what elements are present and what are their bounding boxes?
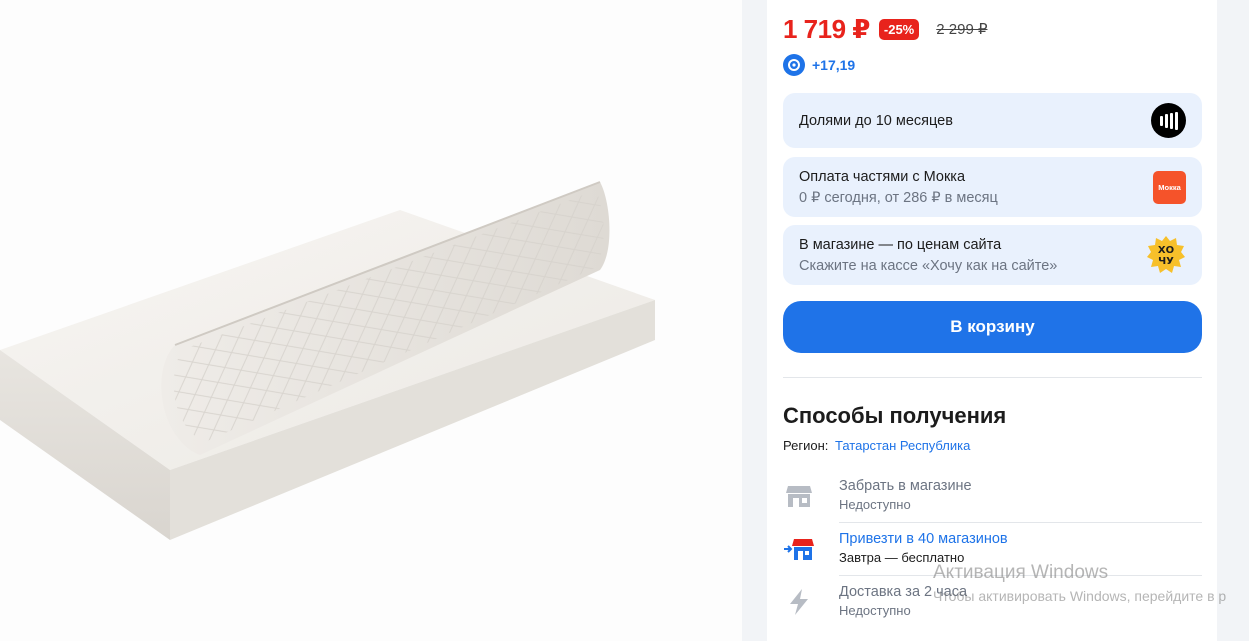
region-link[interactable]: Татарстан Республика bbox=[835, 438, 970, 453]
dolyami-icon bbox=[1151, 103, 1186, 138]
mokka-card[interactable]: Оплата частями с Мокка 0 ₽ сегодня, от 2… bbox=[783, 157, 1202, 217]
bonus-value: +17,19 bbox=[812, 57, 856, 73]
delivery-option-express[interactable]: Доставка за 2 часа Недоступно bbox=[783, 584, 1202, 628]
delivery-option-status: Завтра — бесплатно bbox=[839, 550, 965, 565]
delivery-section-title: Способы получения bbox=[783, 403, 1007, 428]
add-to-cart-button[interactable]: В корзину bbox=[783, 301, 1202, 353]
old-price: 2 299 ₽ bbox=[936, 21, 988, 38]
region-row: Регион: Татарстан Республика bbox=[783, 438, 970, 453]
bonus-coin-icon bbox=[783, 54, 805, 76]
store-icon bbox=[783, 480, 815, 512]
card-title: Долями до 10 месяцев bbox=[799, 112, 953, 129]
card-subtitle: 0 ₽ сегодня, от 286 ₽ в месяц bbox=[799, 189, 998, 206]
hochu-card[interactable]: В магазине — по ценам сайта Скажите на к… bbox=[783, 225, 1202, 285]
discount-badge: -25% bbox=[878, 18, 920, 40]
product-image-area bbox=[0, 0, 742, 641]
svg-text:ХО: ХО bbox=[1158, 245, 1174, 256]
store-transfer-icon bbox=[783, 533, 815, 565]
delivery-option-title[interactable]: Привезти в 40 магазинов bbox=[839, 531, 1008, 547]
lightning-icon bbox=[783, 586, 815, 618]
delivery-option-status: Недоступно bbox=[839, 603, 911, 618]
divider bbox=[839, 575, 1202, 576]
delivery-option-pickup[interactable]: Забрать в магазине Недоступно bbox=[783, 478, 1202, 522]
bonus-row[interactable]: +17,19 bbox=[783, 54, 855, 76]
delivery-option-title: Забрать в магазине bbox=[839, 478, 972, 494]
delivery-option-transfer[interactable]: Привезти в 40 магазинов Завтра — бесплат… bbox=[783, 531, 1202, 575]
card-subtitle: Скажите на кассе «Хочу как на сайте» bbox=[799, 257, 1058, 274]
mokka-icon: Мокка bbox=[1153, 170, 1186, 204]
hochu-icon: ХО ЧУ bbox=[1146, 235, 1186, 275]
card-title: В магазине — по ценам сайта bbox=[799, 236, 1002, 253]
delivery-option-title: Доставка за 2 часа bbox=[839, 584, 968, 600]
dolyami-card[interactable]: Долями до 10 месяцев bbox=[783, 93, 1202, 148]
svg-text:ЧУ: ЧУ bbox=[1158, 256, 1174, 267]
divider bbox=[783, 377, 1202, 378]
region-label: Регион: bbox=[783, 438, 829, 453]
delivery-option-status: Недоступно bbox=[839, 497, 911, 512]
price-row: 1 719 ₽ -25% 2 299 ₽ bbox=[783, 14, 988, 44]
current-price: 1 719 ₽ bbox=[783, 13, 870, 44]
mattress-topper-image bbox=[0, 181, 655, 540]
divider bbox=[839, 522, 1202, 523]
card-title: Оплата частями с Мокка bbox=[799, 168, 966, 185]
page-background bbox=[1217, 0, 1249, 641]
